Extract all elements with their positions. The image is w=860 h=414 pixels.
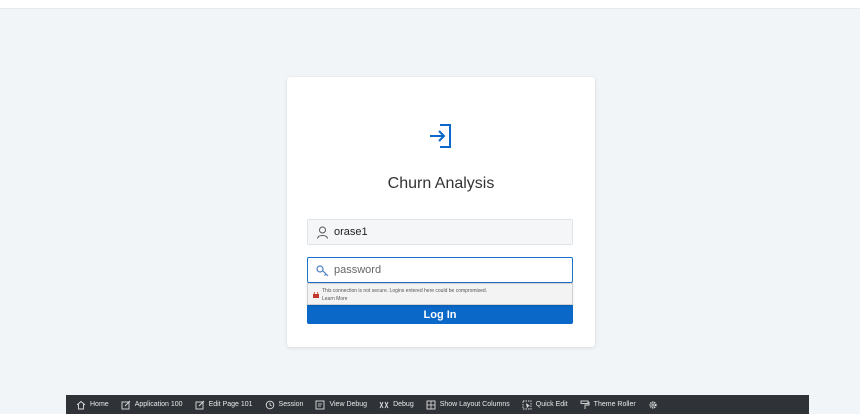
quick-edit-icon — [522, 400, 532, 409]
insecure-warning-text: This connection is not secure. Logins en… — [322, 288, 488, 294]
username-field[interactable]: orase1 — [307, 219, 573, 245]
user-icon — [317, 226, 328, 239]
paint-roller-icon — [580, 400, 590, 409]
toolbar-debug[interactable]: Debug — [373, 395, 420, 414]
toolbar-theme-roller[interactable]: Theme Roller — [574, 395, 642, 414]
debug-icon — [379, 401, 389, 408]
login-card: Churn Analysis orase1 This connection is… — [287, 77, 595, 347]
password-field[interactable] — [307, 257, 573, 283]
key-icon — [316, 265, 329, 277]
username-value: orase1 — [334, 226, 368, 238]
toolbar-home[interactable]: Home — [70, 395, 115, 414]
view-debug-icon — [316, 400, 325, 409]
toolbar-settings[interactable] — [642, 395, 664, 414]
gear-icon — [649, 400, 657, 409]
learn-more-link[interactable]: Learn More — [322, 296, 348, 302]
session-icon — [265, 400, 274, 409]
home-icon — [76, 400, 86, 409]
grid-icon — [426, 400, 436, 409]
top-header-strip — [0, 0, 860, 9]
edit-app-icon — [121, 400, 131, 409]
toolbar-quick-edit[interactable]: Quick Edit — [516, 395, 574, 414]
password-input[interactable] — [332, 260, 566, 280]
toolbar-view-debug[interactable]: View Debug — [309, 395, 373, 414]
edit-page-icon — [195, 400, 204, 409]
developer-toolbar: Home Application 100 Edit Page 101 Sessi… — [66, 395, 809, 414]
toolbar-application[interactable]: Application 100 — [115, 395, 189, 414]
insecure-connection-popup: This connection is not secure. Logins en… — [307, 283, 573, 305]
app-title: Churn Analysis — [387, 175, 495, 192]
toolbar-edit-page[interactable]: Edit Page 101 — [189, 395, 259, 414]
insecure-lock-icon — [313, 292, 319, 298]
sign-in-icon — [430, 124, 451, 148]
login-button[interactable]: Log In — [307, 302, 573, 324]
toolbar-show-layout-columns[interactable]: Show Layout Columns — [420, 395, 516, 414]
toolbar-session[interactable]: Session — [259, 395, 310, 414]
